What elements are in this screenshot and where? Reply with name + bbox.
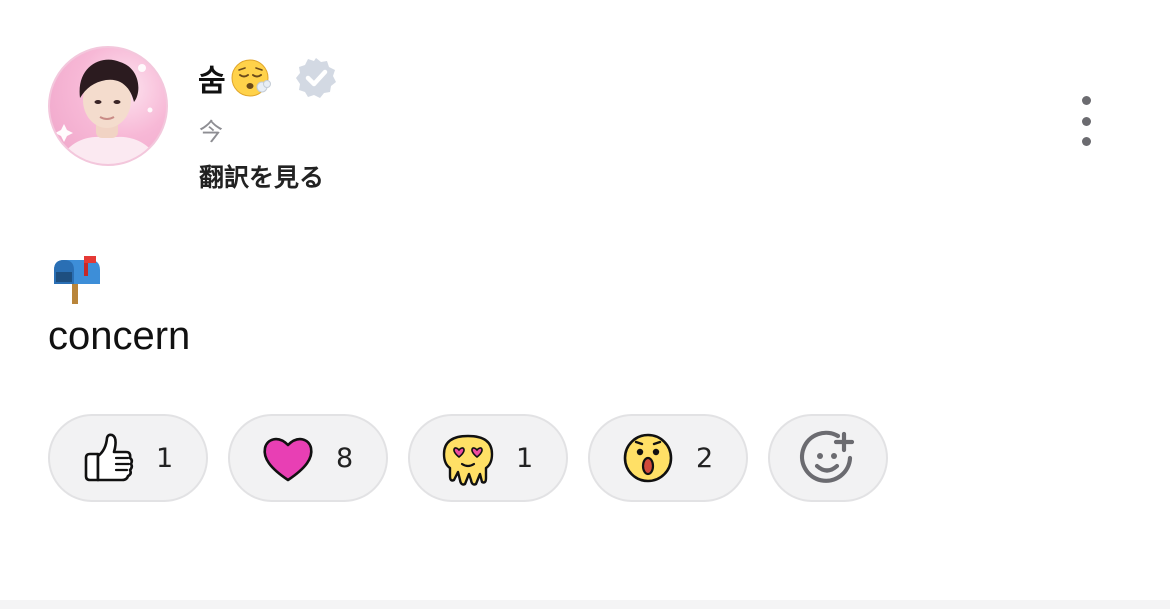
author-name[interactable]: 숨 (198, 56, 226, 100)
melting-heart-eyes-icon (438, 428, 498, 488)
post-content-text: concern (48, 314, 191, 358)
post-card: 숨 今 翻訳を見る concern 1 8 1 2 (0, 0, 1170, 600)
reaction-thumbs-up[interactable]: 1 (48, 414, 208, 502)
bottom-divider (0, 600, 1170, 609)
avatar-image (55, 59, 160, 164)
more-vertical-icon[interactable] (1070, 96, 1102, 146)
mailbox-flag-up-emoji-icon (50, 254, 104, 308)
reaction-count: 1 (516, 442, 534, 474)
avatar[interactable] (48, 46, 168, 166)
thumbs-up-icon (78, 428, 138, 488)
reaction-heart[interactable]: 8 (228, 414, 388, 502)
reaction-surprised[interactable]: 2 (588, 414, 748, 502)
add-reaction-icon (798, 428, 858, 488)
reaction-count: 1 (156, 442, 174, 474)
heart-icon (258, 428, 318, 488)
post-time: 今 (199, 118, 223, 146)
reaction-melting-heart-eyes[interactable]: 1 (408, 414, 568, 502)
face-exhaling-emoji-icon (230, 57, 272, 99)
author-row: 숨 (198, 56, 338, 100)
reaction-bar: 1 8 1 2 (48, 414, 908, 502)
reaction-count: 2 (696, 442, 714, 474)
reaction-count: 8 (336, 442, 354, 474)
see-translation-link[interactable]: 翻訳を見る (199, 158, 324, 194)
surprised-face-icon (618, 428, 678, 488)
verified-badge-icon (294, 56, 338, 100)
add-reaction-button[interactable] (768, 414, 888, 502)
